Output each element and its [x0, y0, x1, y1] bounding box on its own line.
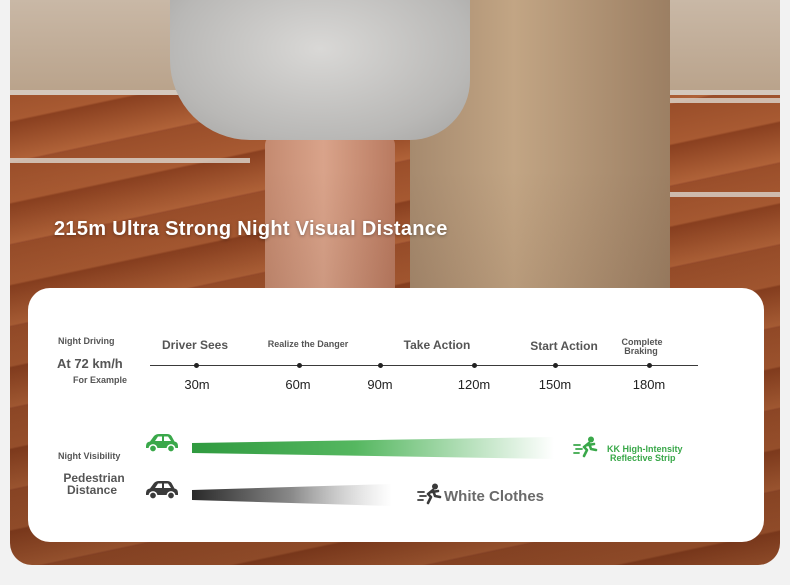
scale-dot: [194, 363, 199, 368]
scale-dot: [297, 363, 302, 368]
tick-60m: 60m: [285, 377, 311, 392]
white-clothes-range-bar: [192, 484, 392, 506]
headline: 215m Ultra Strong Night Visual Distance: [54, 218, 448, 240]
reflective-strip-range-bar: [192, 437, 554, 459]
tick-30m: 30m: [184, 377, 210, 392]
running-person-dark-icon: [417, 483, 442, 505]
scale-dot: [647, 363, 652, 368]
distance-card: [28, 288, 764, 542]
tick-150m: 150m: [538, 377, 572, 392]
stage-start-action: Start Action: [530, 339, 598, 353]
night-visibility-label: Night Visibility: [58, 451, 121, 461]
tick-90m: 90m: [367, 377, 393, 392]
distance-label: Distance: [66, 483, 118, 497]
scale-dot: [472, 363, 477, 368]
scale-line: [150, 365, 698, 366]
car-green-icon: [146, 434, 178, 453]
night-driving-label: Night Driving: [58, 336, 115, 346]
speed-label: At 72 km/h: [57, 356, 123, 371]
tick-180m: 180m: [632, 377, 666, 392]
for-example-label: For Example: [73, 375, 128, 385]
stage-realize-danger: Realize the Danger: [267, 339, 349, 349]
stage-braking: Braking: [624, 346, 658, 356]
reflective-strip-label-2: Reflective Strip: [610, 453, 676, 463]
running-person-green-icon: [573, 436, 598, 458]
scale-dot: [553, 363, 558, 368]
stage-driver-sees: Driver Sees: [161, 338, 229, 352]
car-dark-icon: [146, 481, 178, 500]
stage-take-action: Take Action: [403, 338, 471, 352]
tick-120m: 120m: [457, 377, 491, 392]
scale-dot: [378, 363, 383, 368]
white-clothes-label: White Clothes: [444, 488, 544, 505]
